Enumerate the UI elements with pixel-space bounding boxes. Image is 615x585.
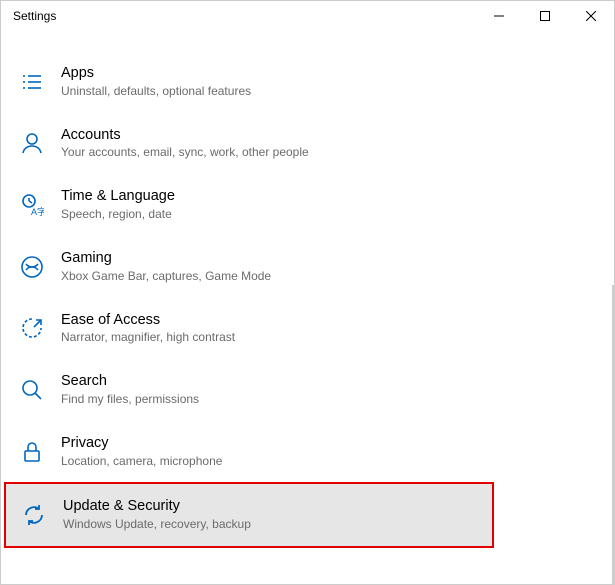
- settings-item-ease-of-access[interactable]: Ease of Access Narrator, magnifier, high…: [1, 298, 614, 360]
- item-title: Apps: [61, 64, 251, 83]
- settings-item-search[interactable]: Search Find my files, permissions: [1, 359, 614, 421]
- item-text: Update & Security Windows Update, recove…: [63, 497, 251, 533]
- titlebar: Settings: [1, 1, 614, 31]
- svg-text:A字: A字: [31, 206, 44, 217]
- item-text: Gaming Xbox Game Bar, captures, Game Mod…: [61, 249, 271, 285]
- window-controls: [476, 1, 614, 31]
- settings-item-gaming[interactable]: Gaming Xbox Game Bar, captures, Game Mod…: [1, 236, 614, 298]
- settings-item-time-language[interactable]: A字 Time & Language Speech, region, date: [1, 174, 614, 236]
- accounts-icon: [19, 130, 45, 156]
- item-title: Time & Language: [61, 187, 175, 206]
- item-text: Privacy Location, camera, microphone: [61, 434, 222, 470]
- item-title: Privacy: [61, 434, 222, 453]
- privacy-icon: [19, 439, 45, 465]
- settings-item-apps[interactable]: Apps Uninstall, defaults, optional featu…: [1, 51, 614, 113]
- scrollbar[interactable]: [612, 285, 614, 584]
- time-language-icon: A字: [19, 192, 45, 218]
- settings-item-privacy[interactable]: Privacy Location, camera, microphone: [1, 421, 614, 483]
- item-desc: Your accounts, email, sync, work, other …: [61, 144, 309, 161]
- item-desc: Uninstall, defaults, optional features: [61, 83, 251, 100]
- close-button[interactable]: [568, 1, 614, 31]
- minimize-button[interactable]: [476, 1, 522, 31]
- item-text: Time & Language Speech, region, date: [61, 187, 175, 223]
- item-desc: Location, camera, microphone: [61, 453, 222, 470]
- apps-icon: [19, 69, 45, 95]
- item-text: Accounts Your accounts, email, sync, wor…: [61, 126, 309, 162]
- item-title: Update & Security: [63, 497, 251, 516]
- item-text: Ease of Access Narrator, magnifier, high…: [61, 311, 235, 347]
- item-desc: Xbox Game Bar, captures, Game Mode: [61, 268, 271, 285]
- settings-list: Apps Uninstall, defaults, optional featu…: [1, 31, 614, 548]
- window-title: Settings: [13, 9, 56, 23]
- item-title: Search: [61, 372, 199, 391]
- item-desc: Narrator, magnifier, high contrast: [61, 329, 235, 346]
- item-title: Gaming: [61, 249, 271, 268]
- search-icon: [19, 377, 45, 403]
- gaming-icon: [19, 254, 45, 280]
- maximize-button[interactable]: [522, 1, 568, 31]
- item-desc: Windows Update, recovery, backup: [63, 516, 251, 533]
- ease-of-access-icon: [19, 315, 45, 341]
- item-title: Ease of Access: [61, 311, 235, 330]
- item-desc: Speech, region, date: [61, 206, 175, 223]
- item-text: Apps Uninstall, defaults, optional featu…: [61, 64, 251, 100]
- settings-item-update-security[interactable]: Update & Security Windows Update, recove…: [4, 482, 494, 548]
- settings-item-accounts[interactable]: Accounts Your accounts, email, sync, wor…: [1, 113, 614, 175]
- update-security-icon: [21, 502, 47, 528]
- item-title: Accounts: [61, 126, 309, 145]
- item-text: Search Find my files, permissions: [61, 372, 199, 408]
- item-desc: Find my files, permissions: [61, 391, 199, 408]
